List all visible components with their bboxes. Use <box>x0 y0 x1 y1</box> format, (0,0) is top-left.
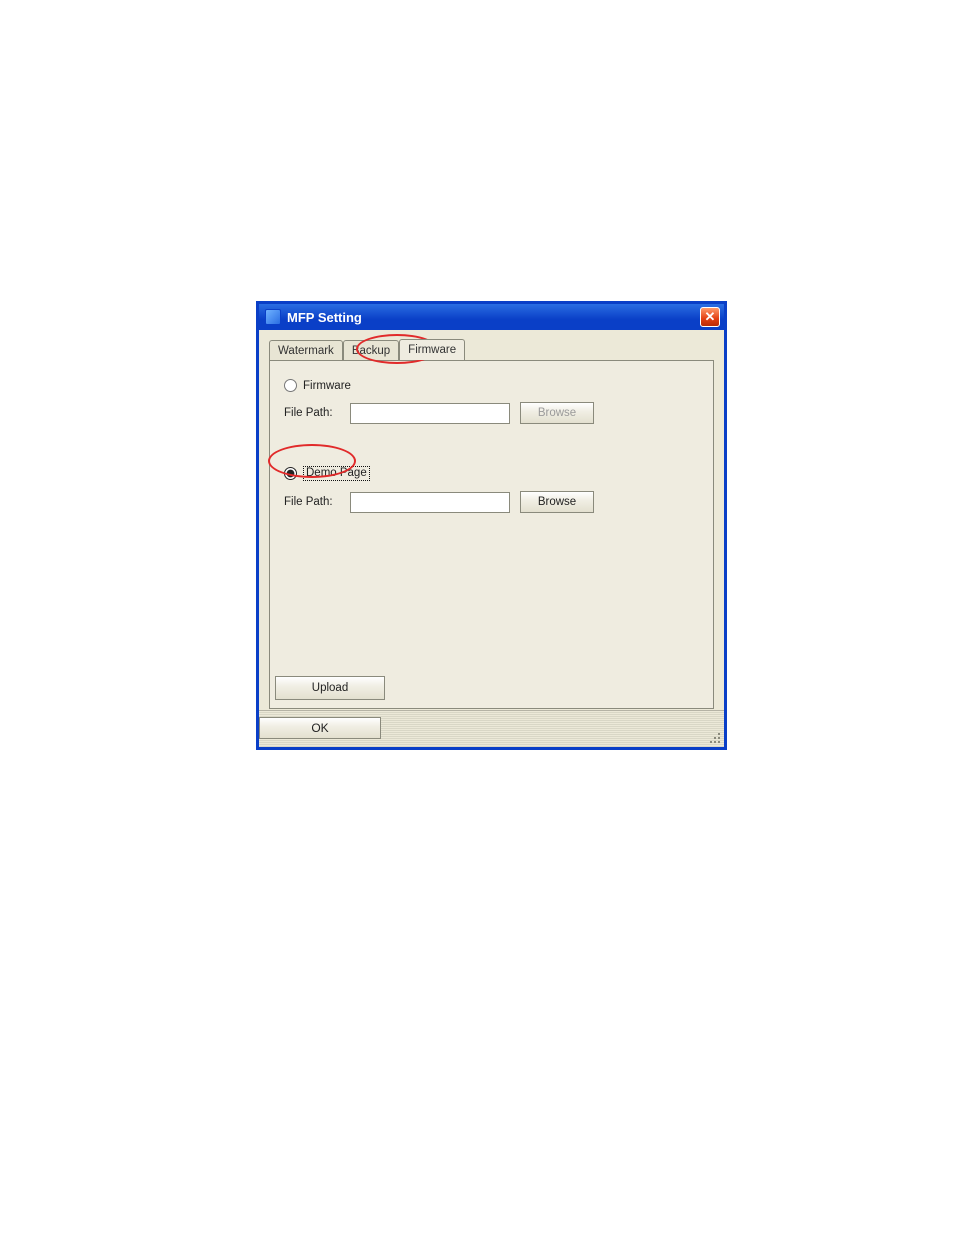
demopage-section: Demo Page File Path: Browse <box>284 466 699 513</box>
demopage-browse-button[interactable]: Browse <box>520 491 594 513</box>
client-area: Watermark Backup Firmware Firmware File … <box>259 330 724 747</box>
radio-demopage-label: Demo Page <box>303 466 370 481</box>
demopage-filepath-label: File Path: <box>284 496 340 508</box>
tab-body-firmware: Firmware File Path: Browse Demo Page <box>269 360 714 709</box>
window-title: MFP Setting <box>287 310 362 325</box>
resize-grip-icon <box>708 731 722 745</box>
radio-demopage[interactable]: Demo Page <box>284 466 370 481</box>
radio-firmware[interactable]: Firmware <box>284 379 351 392</box>
firmware-filepath-input[interactable] <box>350 403 510 424</box>
tab-watermark[interactable]: Watermark <box>269 340 343 361</box>
tab-backup[interactable]: Backup <box>343 340 399 361</box>
firmware-filepath-label: File Path: <box>284 407 340 419</box>
mfp-setting-window: MFP Setting ✕ Watermark Backup Firmware … <box>257 302 726 749</box>
upload-button[interactable]: Upload <box>275 676 385 700</box>
radio-firmware-label: Firmware <box>303 380 351 392</box>
app-icon <box>265 309 281 325</box>
radio-demopage-input[interactable] <box>284 467 297 480</box>
bottom-bar: OK <box>259 710 724 747</box>
firmware-browse-button[interactable]: Browse <box>520 402 594 424</box>
tabs: Watermark Backup Firmware <box>269 340 465 360</box>
ok-button[interactable]: OK <box>259 717 381 739</box>
close-button[interactable]: ✕ <box>700 307 720 327</box>
titlebar: MFP Setting ✕ <box>259 304 724 330</box>
firmware-filepath-row: File Path: Browse <box>284 402 699 424</box>
tab-firmware[interactable]: Firmware <box>399 339 465 360</box>
radio-firmware-input[interactable] <box>284 379 297 392</box>
demopage-filepath-input[interactable] <box>350 492 510 513</box>
titlebar-left: MFP Setting <box>265 309 362 325</box>
page: MFP Setting ✕ Watermark Backup Firmware … <box>0 0 954 1235</box>
close-icon: ✕ <box>705 309 716 324</box>
demopage-filepath-row: File Path: Browse <box>284 491 699 513</box>
firmware-section: Firmware File Path: Browse <box>284 379 699 424</box>
